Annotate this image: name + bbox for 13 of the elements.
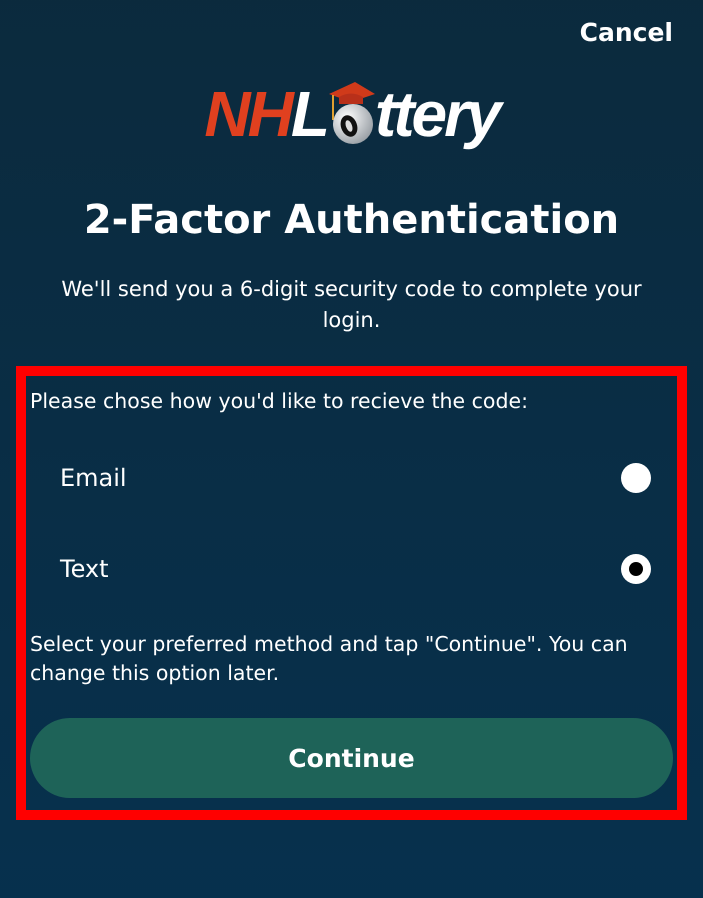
continue-button[interactable]: Continue [30,718,673,798]
prompt-text: Please chose how you'd like to recieve the code: [30,388,529,414]
option-row[interactable]: Email [30,432,673,524]
radio-button[interactable] [621,554,651,584]
option-label: Email [60,462,127,494]
radio-button[interactable] [621,462,651,493]
intro-text: We'll send you a 6-digit security code to complete your login. [60,276,643,334]
note-text: Select your preferred method and tap "Continue". You can change this option later. [30,631,629,688]
option-label: Text [60,554,109,585]
cancel-button[interactable]: Cancel [580,14,673,52]
logo-text: NHL [204,82,327,146]
option-row[interactable]: Text [30,523,673,614]
page-title: 2-Factor Authentication [82,196,620,244]
